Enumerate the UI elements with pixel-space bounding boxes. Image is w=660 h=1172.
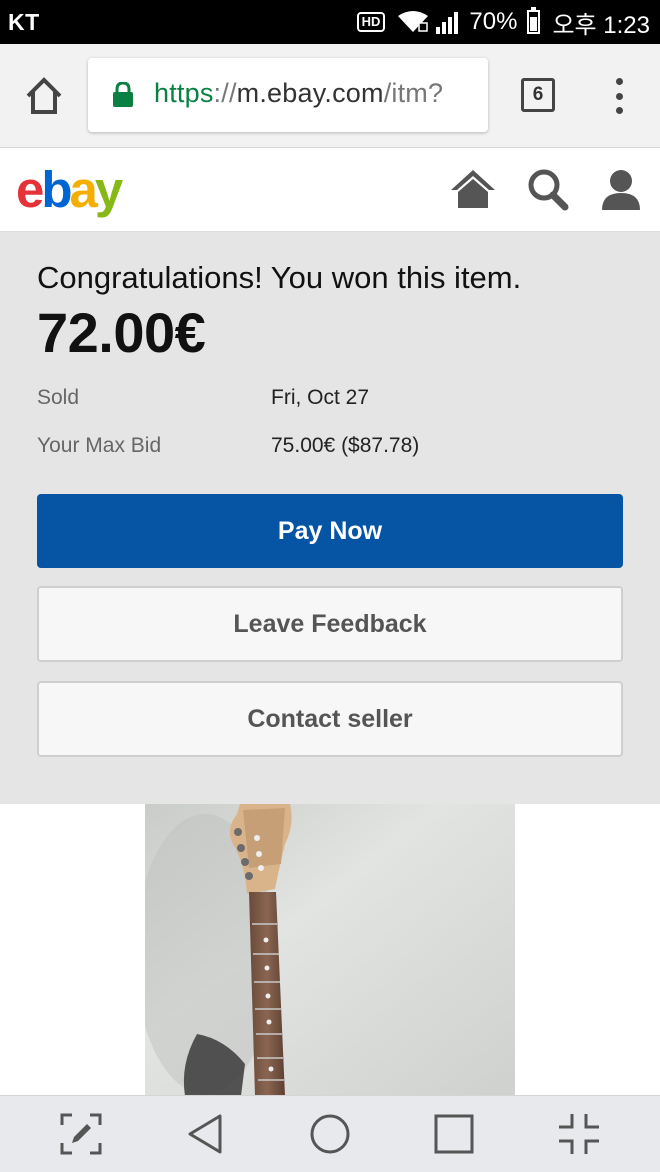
account-icon[interactable] bbox=[597, 166, 645, 214]
signal-icon bbox=[436, 12, 459, 34]
pay-now-button[interactable]: Pay Now bbox=[37, 494, 623, 568]
status-bar: KT HD 70% 오후 1:23 bbox=[0, 0, 660, 44]
browser-toolbar: https://m.ebay.com/itm? 6 bbox=[0, 44, 660, 148]
sold-date: Fri, Oct 27 bbox=[271, 386, 370, 409]
tabs-icon[interactable]: 6 bbox=[521, 78, 555, 112]
sold-label: Sold bbox=[37, 386, 80, 409]
home-icon[interactable] bbox=[22, 74, 66, 118]
logo-letter-y: y bbox=[94, 161, 123, 218]
home-icon[interactable] bbox=[308, 1112, 352, 1156]
contact-seller-button[interactable]: Contact seller bbox=[37, 681, 623, 757]
search-icon[interactable] bbox=[524, 166, 572, 214]
lock-icon bbox=[113, 82, 133, 107]
overflow-menu-icon[interactable] bbox=[604, 76, 634, 116]
site-header: ebay bbox=[0, 148, 660, 232]
battery-icon bbox=[527, 7, 541, 34]
back-icon[interactable] bbox=[184, 1112, 228, 1156]
capture-icon[interactable] bbox=[59, 1112, 103, 1156]
address-bar[interactable]: https://m.ebay.com/itm? bbox=[88, 58, 488, 132]
won-item-panel: Congratulations! You won this item. 72.0… bbox=[0, 232, 660, 804]
url-text[interactable]: https://m.ebay.com/itm? bbox=[154, 78, 443, 109]
leave-feedback-button[interactable]: Leave Feedback bbox=[37, 586, 623, 662]
battery-percent: 70% bbox=[469, 8, 518, 35]
system-navigation-bar bbox=[0, 1095, 660, 1172]
exit-fullscreen-icon[interactable] bbox=[557, 1112, 601, 1156]
max-bid-value: 75.00€ ($87.78) bbox=[271, 434, 420, 457]
recents-icon[interactable] bbox=[432, 1112, 476, 1156]
url-path: /itm? bbox=[383, 78, 444, 108]
congratulations-message: Congratulations! You won this item. bbox=[37, 260, 522, 295]
ebay-logo[interactable]: ebay bbox=[16, 160, 123, 220]
url-separator: :// bbox=[213, 78, 237, 108]
item-image[interactable] bbox=[145, 804, 515, 1096]
carrier-label: KT bbox=[8, 9, 40, 35]
logo-letter-a: a bbox=[69, 161, 98, 218]
url-host: m.ebay.com bbox=[236, 78, 384, 108]
home-icon[interactable] bbox=[449, 166, 497, 214]
wifi-icon bbox=[398, 11, 429, 32]
url-scheme: https bbox=[154, 78, 214, 108]
guitar-photo bbox=[145, 804, 515, 1096]
winning-price: 72.00€ bbox=[37, 301, 206, 364]
logo-letter-b: b bbox=[41, 161, 72, 218]
logo-letter-e: e bbox=[16, 161, 44, 218]
max-bid-label: Your Max Bid bbox=[37, 434, 162, 457]
hd-icon: HD bbox=[356, 12, 386, 32]
clock: 오후 1:23 bbox=[552, 11, 650, 39]
status-icons: HD 70% 오후 1:23 bbox=[356, 6, 650, 39]
